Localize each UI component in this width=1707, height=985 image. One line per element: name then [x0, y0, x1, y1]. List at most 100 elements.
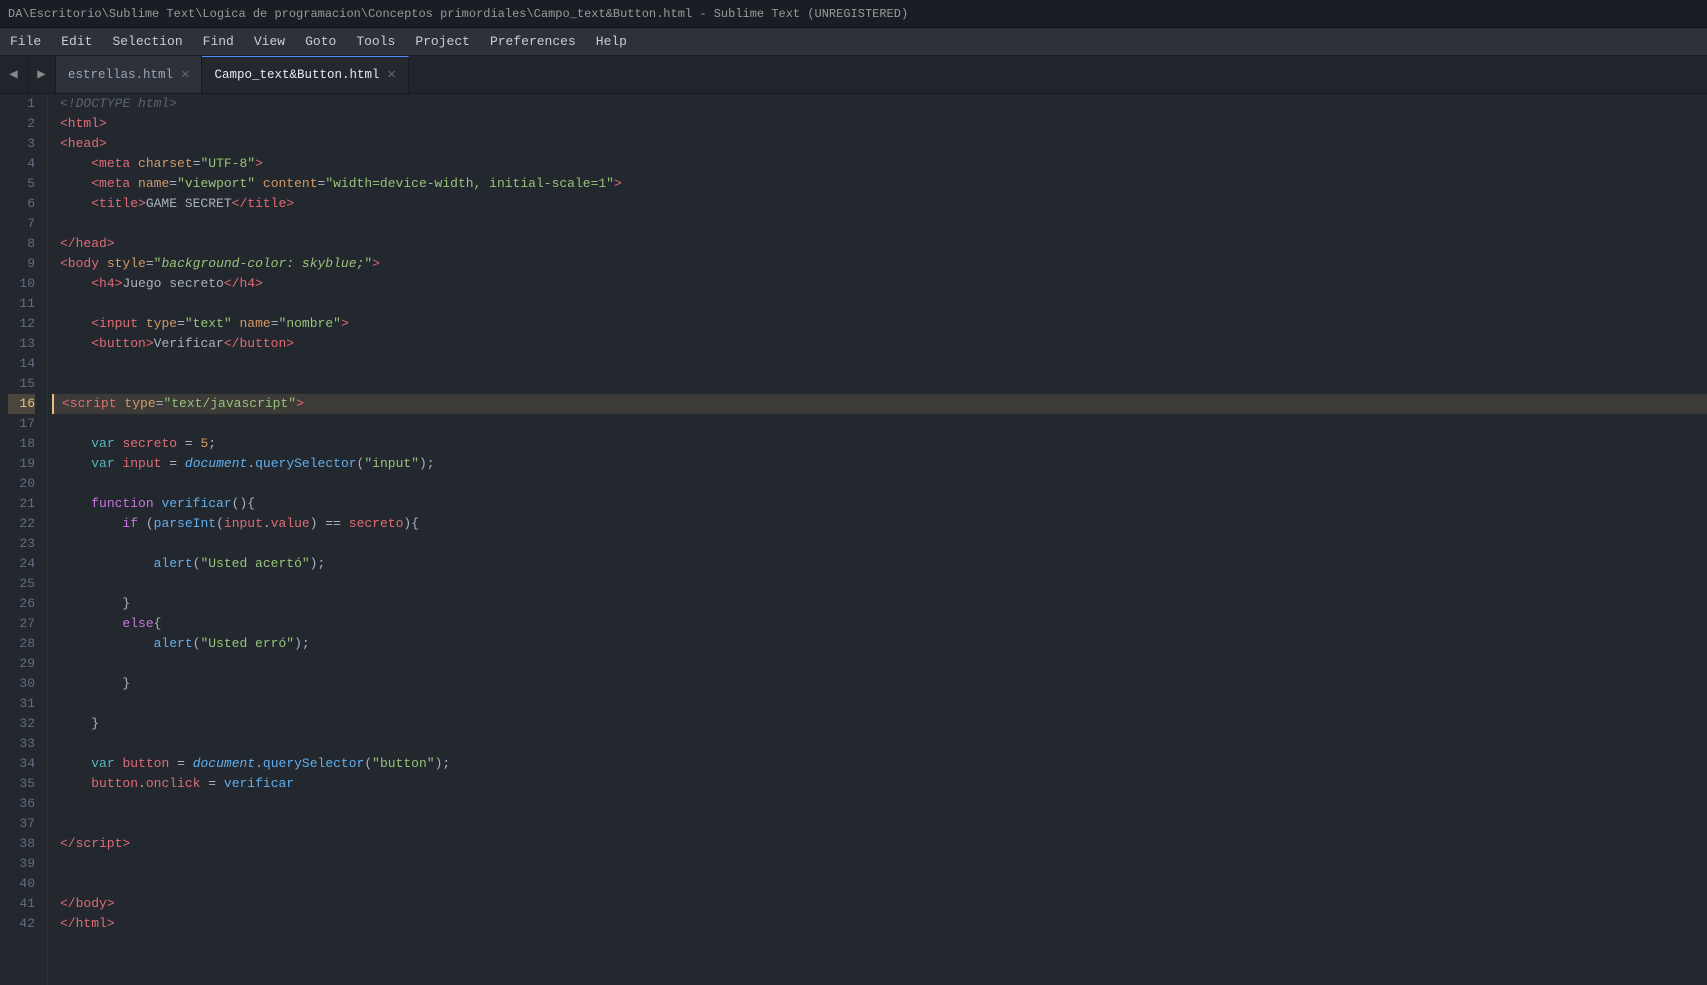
menu-project[interactable]: Project: [405, 30, 480, 53]
code-line-38: </script>: [52, 834, 1707, 854]
code-line-15: [52, 374, 1707, 394]
code-line-13: <button>Verificar</button>: [52, 334, 1707, 354]
menu-file[interactable]: File: [0, 30, 51, 53]
ln-40: 40: [8, 874, 35, 894]
code-line-10: <h4>Juego secreto</h4>: [52, 274, 1707, 294]
code-line-16: <script type="text/javascript">: [52, 394, 1707, 414]
code-line-2: <html>: [52, 114, 1707, 134]
ln-22: 22: [8, 514, 35, 534]
code-line-4: <meta charset="UTF-8">: [52, 154, 1707, 174]
ln-30: 30: [8, 674, 35, 694]
ln-6: 6: [8, 194, 35, 214]
ln-19: 19: [8, 454, 35, 474]
code-line-25: [52, 574, 1707, 594]
ln-37: 37: [8, 814, 35, 834]
ln-23: 23: [8, 534, 35, 554]
tab-campo-text-label: Campo_text&Button.html: [214, 68, 379, 82]
code-line-21: function verificar(){: [52, 494, 1707, 514]
tab-next-button[interactable]: ▶: [28, 56, 56, 93]
tab-campo-text-close[interactable]: ✕: [388, 68, 396, 82]
tab-estrellas-close[interactable]: ✕: [181, 68, 189, 82]
code-line-9: <body style="background-color: skyblue;"…: [52, 254, 1707, 274]
menu-edit[interactable]: Edit: [51, 30, 102, 53]
code-line-20: [52, 474, 1707, 494]
ln-7: 7: [8, 214, 35, 234]
ln-34: 34: [8, 754, 35, 774]
ln-21: 21: [8, 494, 35, 514]
menu-goto[interactable]: Goto: [295, 30, 346, 53]
code-line-1: <!DOCTYPE html>: [52, 94, 1707, 114]
code-line-19: var input = document.querySelector("inpu…: [52, 454, 1707, 474]
code-line-6: <title>GAME SECRET</title>: [52, 194, 1707, 214]
code-line-22: if (parseInt(input.value) == secreto){: [52, 514, 1707, 534]
code-line-32: }: [52, 714, 1707, 734]
ln-41: 41: [8, 894, 35, 914]
menu-view[interactable]: View: [244, 30, 295, 53]
line-numbers: 1 2 3 4 5 6 7 8 9 10 11 12 13 14 15 16 1…: [0, 94, 48, 985]
code-line-12: <input type="text" name="nombre">: [52, 314, 1707, 334]
ln-26: 26: [8, 594, 35, 614]
code-line-37: [52, 814, 1707, 834]
ln-42: 42: [8, 914, 35, 934]
ln-14: 14: [8, 354, 35, 374]
ln-16: 16: [8, 394, 35, 414]
code-line-34: var button = document.querySelector("but…: [52, 754, 1707, 774]
code-line-35: button.onclick = verificar: [52, 774, 1707, 794]
tab-estrellas-label: estrellas.html: [68, 68, 173, 82]
menu-tools[interactable]: Tools: [346, 30, 405, 53]
menu-preferences[interactable]: Preferences: [480, 30, 586, 53]
ln-20: 20: [8, 474, 35, 494]
code-line-7: [52, 214, 1707, 234]
ln-39: 39: [8, 854, 35, 874]
code-line-3: <head>: [52, 134, 1707, 154]
ln-33: 33: [8, 734, 35, 754]
tab-prev-button[interactable]: ◀: [0, 56, 28, 93]
menu-help[interactable]: Help: [586, 30, 637, 53]
tab-bar: ◀ ▶ estrellas.html ✕ Campo_text&Button.h…: [0, 56, 1707, 94]
code-line-30: }: [52, 674, 1707, 694]
ln-8: 8: [8, 234, 35, 254]
code-line-27: else{: [52, 614, 1707, 634]
menu-selection[interactable]: Selection: [102, 30, 192, 53]
menu-find[interactable]: Find: [193, 30, 244, 53]
code-line-39: [52, 854, 1707, 874]
ln-13: 13: [8, 334, 35, 354]
code-line-29: [52, 654, 1707, 674]
ln-25: 25: [8, 574, 35, 594]
ln-2: 2: [8, 114, 35, 134]
ln-15: 15: [8, 374, 35, 394]
code-content[interactable]: <!DOCTYPE html> <html> <head> <meta char…: [48, 94, 1707, 985]
code-line-17: [52, 414, 1707, 434]
title-bar: DA\Escritorio\Sublime Text\Logica de pro…: [0, 0, 1707, 28]
ln-32: 32: [8, 714, 35, 734]
ln-36: 36: [8, 794, 35, 814]
title-text: DA\Escritorio\Sublime Text\Logica de pro…: [8, 7, 908, 21]
tab-campo-text[interactable]: Campo_text&Button.html ✕: [202, 56, 408, 93]
tab-estrellas[interactable]: estrellas.html ✕: [56, 56, 202, 93]
ln-18: 18: [8, 434, 35, 454]
code-line-31: [52, 694, 1707, 714]
ln-27: 27: [8, 614, 35, 634]
code-line-36: [52, 794, 1707, 814]
code-line-23: [52, 534, 1707, 554]
ln-5: 5: [8, 174, 35, 194]
ln-28: 28: [8, 634, 35, 654]
code-line-26: }: [52, 594, 1707, 614]
code-line-8: </head>: [52, 234, 1707, 254]
ln-1: 1: [8, 94, 35, 114]
ln-35: 35: [8, 774, 35, 794]
ln-12: 12: [8, 314, 35, 334]
code-line-41: </body>: [52, 894, 1707, 914]
ln-29: 29: [8, 654, 35, 674]
ln-24: 24: [8, 554, 35, 574]
ln-9: 9: [8, 254, 35, 274]
code-line-33: [52, 734, 1707, 754]
editor: 1 2 3 4 5 6 7 8 9 10 11 12 13 14 15 16 1…: [0, 94, 1707, 985]
ln-38: 38: [8, 834, 35, 854]
code-line-11: [52, 294, 1707, 314]
menu-bar: File Edit Selection Find View Goto Tools…: [0, 28, 1707, 56]
code-line-5: <meta name="viewport" content="width=dev…: [52, 174, 1707, 194]
code-line-24: alert("Usted acertó");: [52, 554, 1707, 574]
ln-3: 3: [8, 134, 35, 154]
code-line-18: var secreto = 5;: [52, 434, 1707, 454]
